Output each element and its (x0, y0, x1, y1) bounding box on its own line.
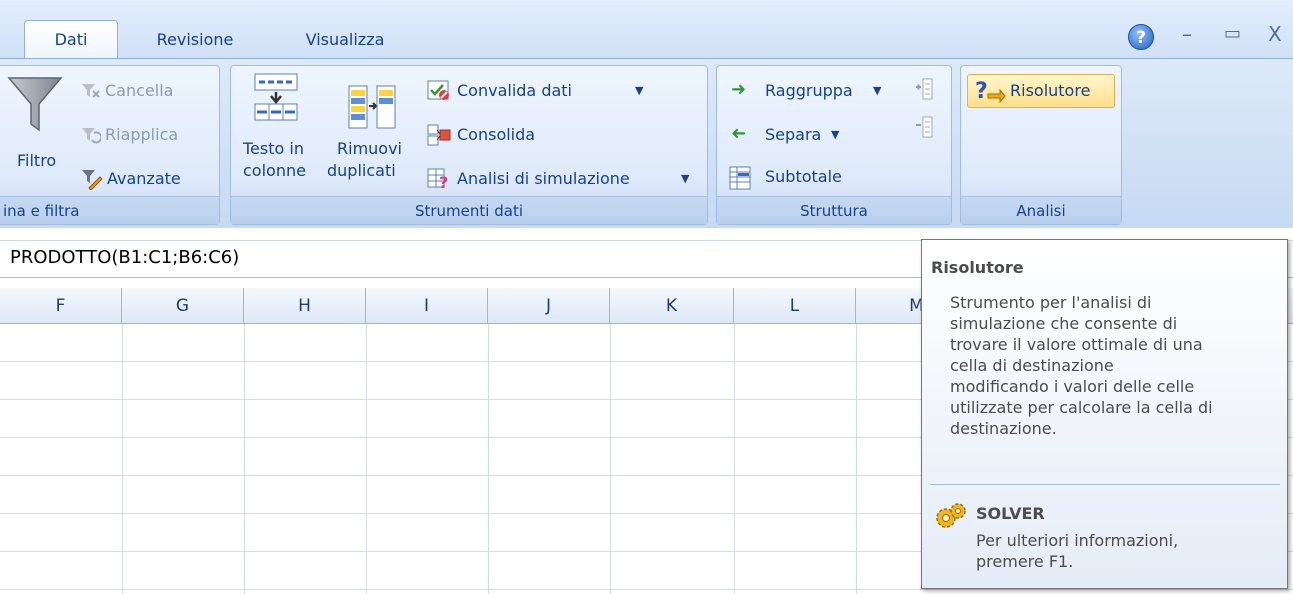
tooltip-title: Risolutore (931, 258, 1024, 277)
remove-duplicates-icon (348, 85, 396, 129)
group-struttura: ➜ Raggruppa ▼ ➜ Separa ▼ Subtotale ⧉ Str… (716, 65, 952, 225)
convalida-dropdown-icon[interactable]: ▼ (635, 80, 643, 102)
grid-line (734, 324, 735, 594)
avanzate-label: Avanzate (107, 169, 181, 188)
help-icon[interactable]: ? (1128, 24, 1154, 50)
cancella-label: Cancella (105, 81, 174, 100)
svg-text:?: ? (439, 173, 448, 190)
convalida-label: Convalida dati (457, 81, 572, 100)
testo-in-label-1: Testo in (243, 139, 304, 158)
filtro-button[interactable]: Filtro (1, 70, 71, 182)
advanced-filter-icon (82, 170, 103, 190)
svg-text:?: ? (975, 79, 988, 104)
formula-text[interactable]: PRODOTTO(B1:C1;B6:C6) (10, 247, 239, 268)
raggruppa-label: Raggruppa (765, 81, 853, 100)
column-header-l[interactable]: L (734, 288, 856, 324)
arrow-left-icon: ➜ (731, 123, 747, 144)
ribbon-tab-bar: Dati Revisione Visualizza ? – ▭ X (0, 0, 1293, 59)
tab-visualizza[interactable]: Visualizza (290, 22, 400, 58)
filtro-label: Filtro (17, 151, 57, 170)
group-label-analisi: Analisi (961, 196, 1121, 224)
close-icon[interactable]: X (1268, 22, 1282, 46)
grid-line (366, 324, 367, 594)
show-detail-icon (916, 78, 933, 100)
group-ordina-e-filtra: Filtro Cancella Riapplica Avanzate ina e… (0, 65, 220, 225)
arrow-right-icon: ➜ (731, 79, 747, 100)
reapply-filter-icon (82, 128, 101, 144)
rimuovi-label-1: Rimuovi (337, 139, 402, 158)
ribbon: Filtro Cancella Riapplica Avanzate ina e… (0, 58, 1293, 228)
separa-dropdown-icon[interactable]: ▼ (831, 124, 839, 146)
text-to-columns-icon (254, 73, 298, 121)
grid-line (488, 324, 489, 594)
minimize-icon[interactable]: – (1182, 22, 1192, 46)
subtotale-label: Subtotale (765, 167, 842, 186)
riapplica-label: Riapplica (105, 125, 179, 144)
column-header-i[interactable]: I (366, 288, 488, 324)
tooltip-body: Strumento per l'analisi di simulazione c… (950, 293, 1213, 438)
grid-line (610, 324, 611, 594)
testo-in-colonne-button[interactable]: Testo in colonne (239, 70, 329, 188)
gear-icon (936, 503, 966, 528)
funnel-icon (7, 77, 63, 132)
hide-detail-icon (916, 116, 933, 138)
group-label-struttura: Struttura (717, 196, 951, 224)
separa-label: Separa (765, 125, 822, 144)
analisi-simulazione-label: Analisi di simulazione (457, 169, 630, 188)
grid-line (122, 324, 123, 594)
solver-icon: ? (975, 79, 1006, 104)
column-header-f[interactable]: F (0, 288, 122, 324)
consolida-label: Consolida (457, 125, 536, 144)
group-label-strumenti: Strumenti dati (231, 196, 707, 224)
rimuovi-duplicati-button[interactable]: Rimuovi duplicati (327, 70, 415, 188)
tab-revisione[interactable]: Revisione (140, 22, 250, 58)
tab-dati[interactable]: Dati (24, 20, 118, 59)
column-header-k[interactable]: K (610, 288, 734, 324)
column-header-g[interactable]: G (122, 288, 244, 324)
data-validation-icon (427, 80, 449, 100)
what-if-analysis-icon: ? (427, 168, 448, 190)
tooltip-help-title: SOLVER (976, 504, 1045, 523)
raggruppa-dropdown-icon[interactable]: ▼ (873, 80, 881, 102)
column-header-h[interactable]: H (244, 288, 366, 324)
risolutore-tooltip: Risolutore Strumento per l'analisi di si… (921, 239, 1288, 589)
analisi-dropdown-icon[interactable]: ▼ (681, 168, 689, 190)
tooltip-help-body: Per ulteriori informazioni, premere F1. (976, 531, 1179, 571)
group-strumenti-dati: Testo in colonne Rimuovi duplicati Conva… (230, 65, 708, 225)
group-analisi: ? Risolutore Analisi (960, 65, 1122, 225)
consolidate-icon (427, 124, 451, 146)
rimuovi-label-2: duplicati (327, 161, 396, 180)
subtotal-icon (729, 166, 751, 190)
restore-icon[interactable]: ▭ (1224, 22, 1241, 46)
testo-in-label-2: colonne (243, 161, 306, 180)
group-label-ordina: ina e filtra (0, 196, 219, 224)
grid-line (244, 324, 245, 594)
clear-filter-icon (82, 84, 100, 98)
grid-line (856, 324, 857, 594)
column-header-j[interactable]: J (488, 288, 610, 324)
tooltip-divider (930, 484, 1280, 485)
risolutore-button[interactable]: ? Risolutore (967, 74, 1115, 108)
risolutore-label: Risolutore (1010, 81, 1091, 100)
